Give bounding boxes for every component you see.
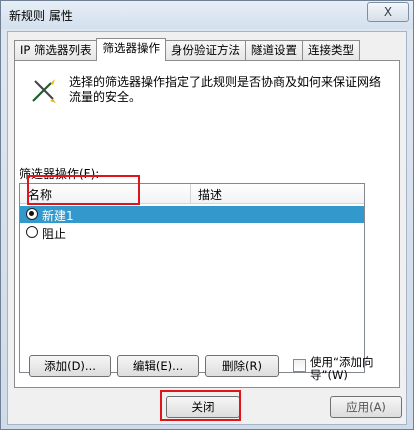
close-window-button[interactable]: X	[367, 2, 409, 22]
tab-connection-type[interactable]: 连接类型	[301, 40, 360, 60]
delete-button[interactable]: 删除(R)	[205, 355, 279, 377]
list-item-block[interactable]: 阻止	[20, 224, 364, 241]
tab-strip: IP 筛选器列表 筛选器操作 身份验证方法 隧道设置 连接类型	[14, 38, 360, 61]
edit-button[interactable]: 编辑(E)...	[117, 355, 199, 377]
title-bar[interactable]: 新规则 属性 X	[1, 1, 413, 29]
column-divider[interactable]	[190, 184, 191, 204]
column-description-header[interactable]: 描述	[198, 186, 222, 203]
close-button[interactable]: 关闭	[166, 396, 240, 418]
dialog-client-area: IP 筛选器列表 筛选器操作 身份验证方法 隧道设置 连接类型 选择的筛选器操作…	[7, 31, 407, 425]
tab-tunnel-settings[interactable]: 隧道设置	[244, 40, 303, 60]
filter-action-icon	[32, 79, 56, 103]
use-wizard-checkbox[interactable]	[293, 359, 306, 372]
radio-button[interactable]	[26, 226, 38, 238]
list-item-label: 新建1	[42, 209, 74, 223]
close-icon: X	[383, 5, 393, 19]
list-item-new1[interactable]: 新建1	[20, 206, 364, 223]
properties-dialog: 新规则 属性 X IP 筛选器列表 筛选器操作 身份验证方法 隧道设置 连接类型…	[0, 0, 414, 430]
radio-button-selected[interactable]	[26, 208, 38, 220]
apply-button[interactable]: 应用(A)	[330, 396, 402, 418]
filter-action-panel: 选择的筛选器操作指定了此规则是否协商及如何来保证网络流量的安全。 筛选器操作(F…	[14, 60, 400, 388]
list-header: 名称 描述	[20, 184, 364, 204]
list-item-label: 阻止	[42, 227, 67, 241]
window-title: 新规则 属性	[9, 9, 73, 23]
tab-filter-action[interactable]: 筛选器操作	[96, 38, 166, 61]
filter-actions-label: 筛选器操作(F):	[19, 167, 100, 181]
description-text: 选择的筛选器操作指定了此规则是否协商及如何来保证网络流量的安全。	[69, 75, 382, 104]
tab-ip-filter-list[interactable]: IP 筛选器列表	[14, 40, 98, 60]
tab-authentication-methods[interactable]: 身份验证方法	[164, 40, 246, 60]
use-wizard-label[interactable]: 使用“添加向导”(W)	[310, 356, 382, 382]
add-button[interactable]: 添加(D)...	[29, 355, 111, 377]
column-name-header[interactable]: 名称	[28, 186, 52, 203]
filter-actions-list[interactable]: 名称 描述 新建1 阻止	[19, 183, 365, 373]
